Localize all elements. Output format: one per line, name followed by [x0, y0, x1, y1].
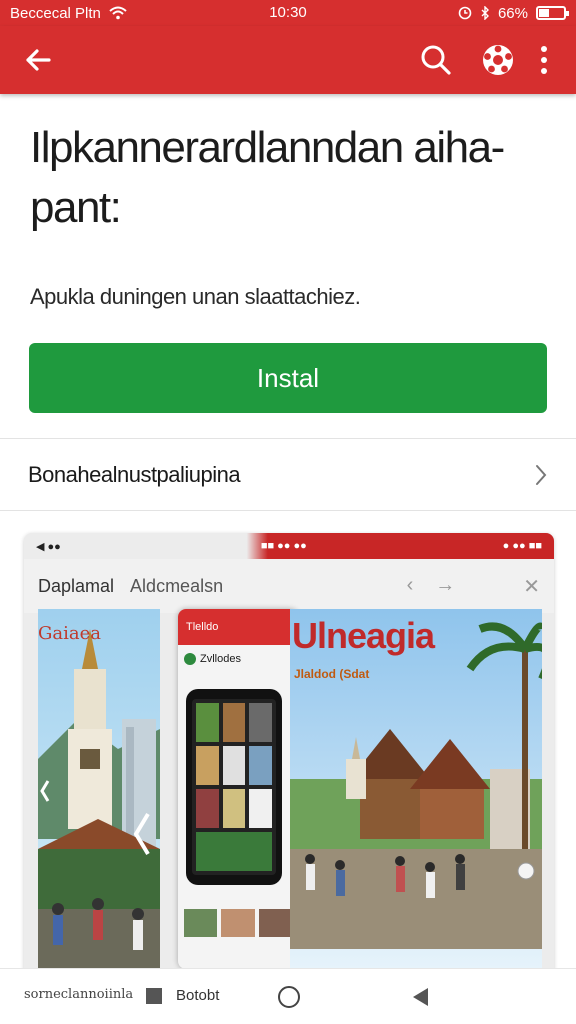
app-preview-card[interactable]: ◀ ●● ■■ ●● ●● ● ●● ■■ Daplamal Aldcmeals…: [24, 533, 554, 983]
preview-back-icon[interactable]: ‹: [407, 574, 414, 599]
carrier-label: Beccecal Pltn: [10, 4, 101, 22]
status-icons: 66%: [458, 4, 569, 22]
wifi-icon: [109, 6, 127, 20]
carrier-group: Beccecal Pltn: [10, 5, 127, 22]
divider: [0, 438, 576, 439]
page-subtitle: Apukla duningen unan slaattachiez.: [30, 284, 361, 309]
system-bar-left-text: sorneclannoiinla: [24, 987, 134, 1002]
village-scene-image: [290, 609, 542, 969]
phone-app-icon: [184, 653, 196, 665]
phone-device: [186, 689, 282, 885]
circle-icon: [278, 986, 300, 1008]
battery-percent: 66%: [497, 4, 528, 22]
square-icon: [146, 987, 162, 1004]
preview-tab-bar: Daplamal Aldcmealsn ‹ → ✕: [24, 559, 554, 613]
search-button[interactable]: [412, 36, 460, 84]
page-title: Ilpkannerardlanndan aiha-pant:: [30, 123, 505, 232]
preview-nav-group: ‹ → ✕: [407, 574, 540, 599]
preview-status-bar: ◀ ●● ■■ ●● ●● ● ●● ■■: [24, 533, 554, 559]
preview-status-mid: ■■ ●● ●●: [260, 540, 307, 552]
divider: [0, 510, 576, 511]
settings-button[interactable]: [474, 36, 522, 84]
phone-thumbnails: [184, 909, 292, 937]
preview-forward-icon[interactable]: →: [435, 574, 455, 599]
temple-scene-image: [38, 609, 160, 969]
right-scene-title: Ulneagia: [292, 615, 435, 656]
system-nav-bar: sorneclannoiinla Botobt: [0, 968, 576, 1024]
preview-image-left: Gaiaea: [38, 609, 160, 969]
back-button[interactable]: [14, 36, 62, 84]
arrow-left-icon: [26, 49, 51, 71]
overflow-menu-button[interactable]: [526, 36, 562, 84]
phone-mockup: Tlelldo Zvllodes: [178, 609, 298, 969]
phone-header: Tlelldo: [178, 609, 298, 645]
preview-status-left: ◀ ●●: [36, 540, 61, 553]
phone-row-label: Zvllodes: [200, 653, 241, 665]
back-nav-button[interactable]: [410, 986, 430, 1013]
phone-header-label: Tlelldo: [186, 621, 219, 633]
bluetooth-icon: [481, 6, 489, 20]
more-vertical-icon: [541, 46, 547, 74]
right-scene-subtitle: Jlaldod (Sdat: [294, 667, 370, 681]
details-row-label: Bonahealnustpaliupina: [28, 462, 241, 487]
gear-icon: [483, 45, 513, 75]
preview-tab-primary[interactable]: Daplamal: [38, 576, 114, 597]
app-bar: [0, 26, 576, 94]
preview-close-icon[interactable]: ✕: [523, 574, 540, 599]
status-bar: Beccecal Pltn 10:30 66%: [0, 0, 576, 26]
phone-row: Zvllodes: [178, 645, 298, 673]
search-icon: [421, 45, 451, 75]
recents-button[interactable]: Botobt: [146, 987, 219, 1004]
preview-carousel: Gaiaea Tlelldo Zvllodes Ulneagia Jlaldod…: [38, 609, 542, 969]
left-scene-label: Gaiaea: [38, 623, 101, 644]
triangle-back-icon: [413, 988, 428, 1006]
chevron-right-icon: [536, 465, 547, 485]
battery-icon: [536, 6, 569, 20]
details-row[interactable]: Bonahealnustpaliupina: [0, 440, 576, 510]
install-button[interactable]: Instal: [29, 343, 547, 413]
home-button[interactable]: [277, 985, 301, 1014]
preview-image-right: Ulneagia Jlaldod (Sdat: [290, 609, 542, 969]
alarm-icon: [458, 6, 472, 20]
recents-label: Botobt: [176, 987, 220, 1004]
preview-tab-secondary[interactable]: Aldcmealsn: [130, 576, 223, 597]
preview-status-right: ● ●● ■■: [502, 540, 542, 552]
